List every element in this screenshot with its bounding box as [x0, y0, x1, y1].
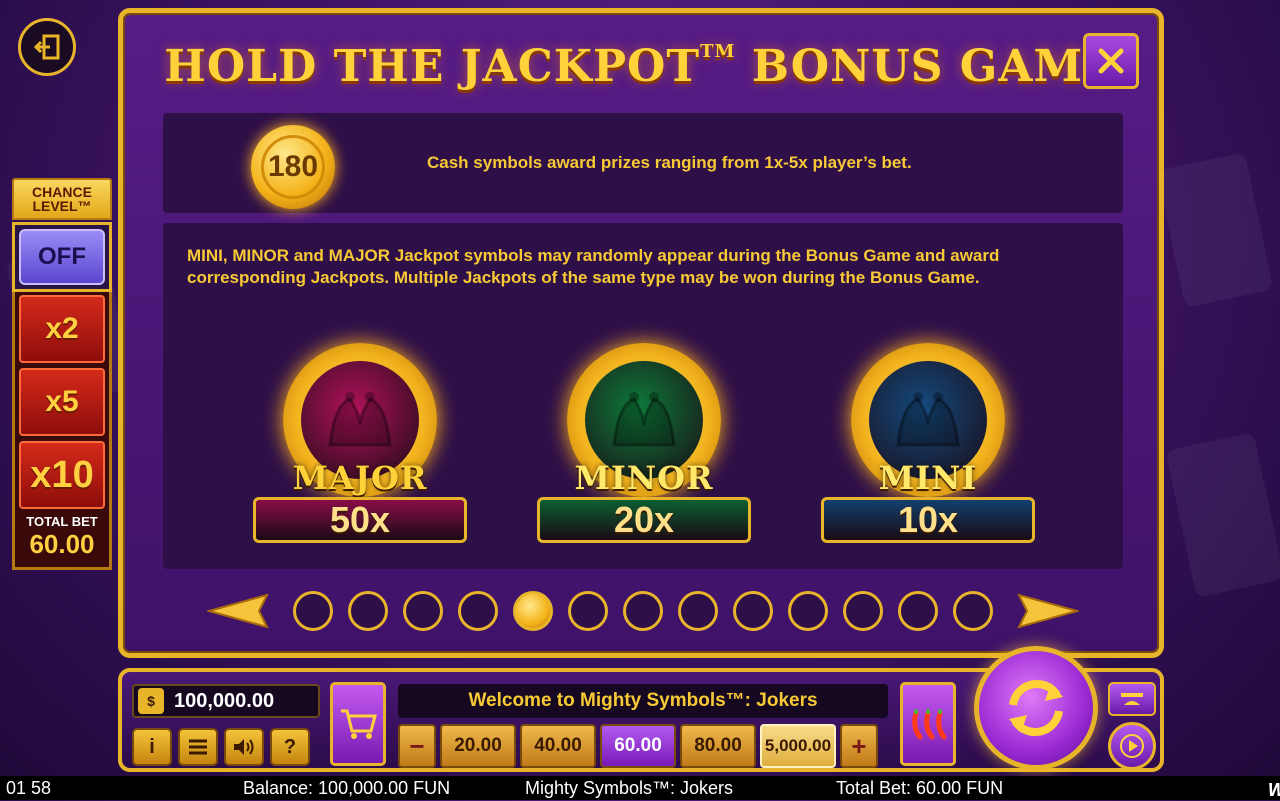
chance-x5-button[interactable]: x5 [19, 368, 105, 436]
jackpot-mini-name: MINI [878, 459, 978, 497]
balance-display: $ 100,000.00 [132, 684, 320, 718]
page-dot[interactable] [953, 591, 993, 631]
page-dot[interactable] [733, 591, 773, 631]
page-dot[interactable] [788, 591, 828, 631]
page-navigation [207, 589, 1087, 633]
status-bar: 01 58 Balance: 100,000.00 FUN Mighty Sym… [0, 776, 1280, 800]
sound-button[interactable] [224, 728, 264, 766]
balance-value: 100,000.00 [174, 689, 275, 712]
page-dot[interactable] [458, 591, 498, 631]
page-dot[interactable] [623, 591, 663, 631]
bet-increase-button[interactable]: + [840, 724, 878, 768]
jackpot-major: MAJOR 50x [253, 343, 467, 543]
cash-symbol-section: 180 Cash symbols award prizes ranging fr… [163, 113, 1123, 213]
status-game-name: Mighty Symbols™: Jokers [525, 778, 734, 798]
jackpot-mini-value: 10x [821, 497, 1035, 543]
total-bet-value: 60.00 [29, 529, 95, 559]
page-dot[interactable] [898, 591, 938, 631]
page-dot[interactable] [348, 591, 388, 631]
cash-description: Cash symbols award prizes ranging from 1… [427, 153, 912, 172]
jackpot-mini: MINI 10x [821, 343, 1035, 543]
bet-option[interactable]: 80.00 [680, 724, 756, 768]
help-icon: ? [283, 735, 297, 758]
menu-button[interactable] [178, 728, 218, 766]
jackpot-minor-value: 20x [537, 497, 751, 543]
close-icon [1098, 48, 1124, 74]
page-dot[interactable] [843, 591, 883, 631]
exit-icon [33, 34, 60, 60]
buy-feature-button[interactable] [330, 682, 386, 766]
next-page-arrow-icon[interactable] [1017, 593, 1079, 629]
jackpot-minor: MINOR 20x [537, 343, 751, 543]
message-bar: Welcome to Mighty Symbols™: Jokers [398, 684, 888, 718]
close-button[interactable] [1083, 33, 1139, 89]
spin-arrows-icon [1009, 679, 1063, 737]
clock: 01 58 [6, 778, 52, 798]
chance-x2-button[interactable]: x2 [19, 295, 105, 363]
jackpot-section: MINI, MINOR and MAJOR Jackpot symbols ma… [163, 223, 1123, 569]
chili-pepper-icon [912, 709, 947, 740]
cash-coin-icon: 180 [251, 125, 335, 209]
background-card [1156, 152, 1274, 308]
chance-level-title: CHANCE LEVEL™ [12, 178, 112, 220]
spin-button[interactable] [974, 646, 1098, 770]
menu-icon [189, 739, 207, 755]
page-dot[interactable] [678, 591, 718, 631]
jackpot-major-name: MAJOR [292, 459, 428, 497]
exit-button[interactable] [18, 18, 76, 76]
chance-x10-button[interactable]: x10 [19, 441, 105, 509]
jackpot-description: MINI, MINOR and MAJOR Jackpot symbols ma… [187, 246, 1000, 287]
page-title: HOLD THE JACKPOTTM BONUS GAME [164, 41, 1118, 92]
chance-multipliers: x2 x5 x10 TOTAL BET 60.00 [12, 292, 112, 570]
autoplay-button[interactable] [1108, 722, 1156, 770]
control-bar: $ 100,000.00 i ? Welcome to Mighty Symbo… [118, 646, 1164, 772]
page-dot-active[interactable] [513, 591, 553, 631]
bet-option-max[interactable]: 5,000.00 [760, 724, 836, 768]
page-dot[interactable] [403, 591, 443, 631]
background-card [1165, 432, 1280, 598]
paytable-panel: HOLD THE JACKPOTTM BONUS GAME 180 Cash s… [118, 8, 1164, 658]
bet-selector: − 20.00 40.00 60.00 80.00 5,000.00 + [398, 724, 878, 768]
turbo-button[interactable] [1108, 682, 1156, 716]
chance-off-label: OFF [19, 229, 105, 285]
jackpot-minor-name: MINOR [574, 459, 714, 497]
info-icon: i [149, 735, 155, 758]
status-balance: Balance: 100,000.00 FUN [243, 778, 451, 798]
help-button[interactable]: ? [270, 728, 310, 766]
bet-option-selected[interactable]: 60.00 [600, 724, 676, 768]
page-dot[interactable] [293, 591, 333, 631]
turtle-icon [1121, 693, 1143, 705]
total-bet-label: TOTAL BET [26, 514, 98, 529]
prev-page-arrow-icon[interactable] [207, 593, 269, 629]
info-button[interactable]: i [132, 728, 172, 766]
speaker-icon [234, 739, 254, 755]
volatility-button[interactable] [900, 682, 956, 766]
utility-buttons: i ? [132, 728, 310, 766]
page-dots [293, 591, 993, 631]
trademark: TM [700, 41, 736, 62]
bet-option[interactable]: 40.00 [520, 724, 596, 768]
status-total-bet: Total Bet: 60.00 FUN [836, 778, 1004, 798]
jackpot-major-value: 50x [253, 497, 467, 543]
money-bag-icon: $ [138, 688, 164, 714]
cash-coin-value: 180 [261, 135, 325, 199]
chance-level-panel: CHANCE LEVEL™ OFF x2 x5 x10 TOTAL BET 60… [12, 178, 112, 570]
chance-off-button[interactable]: OFF [12, 222, 112, 292]
page-dot[interactable] [568, 591, 608, 631]
play-icon [1120, 734, 1144, 758]
bet-option[interactable]: 20.00 [440, 724, 516, 768]
bet-decrease-button[interactable]: − [398, 724, 436, 768]
shopping-cart-icon [341, 709, 377, 739]
